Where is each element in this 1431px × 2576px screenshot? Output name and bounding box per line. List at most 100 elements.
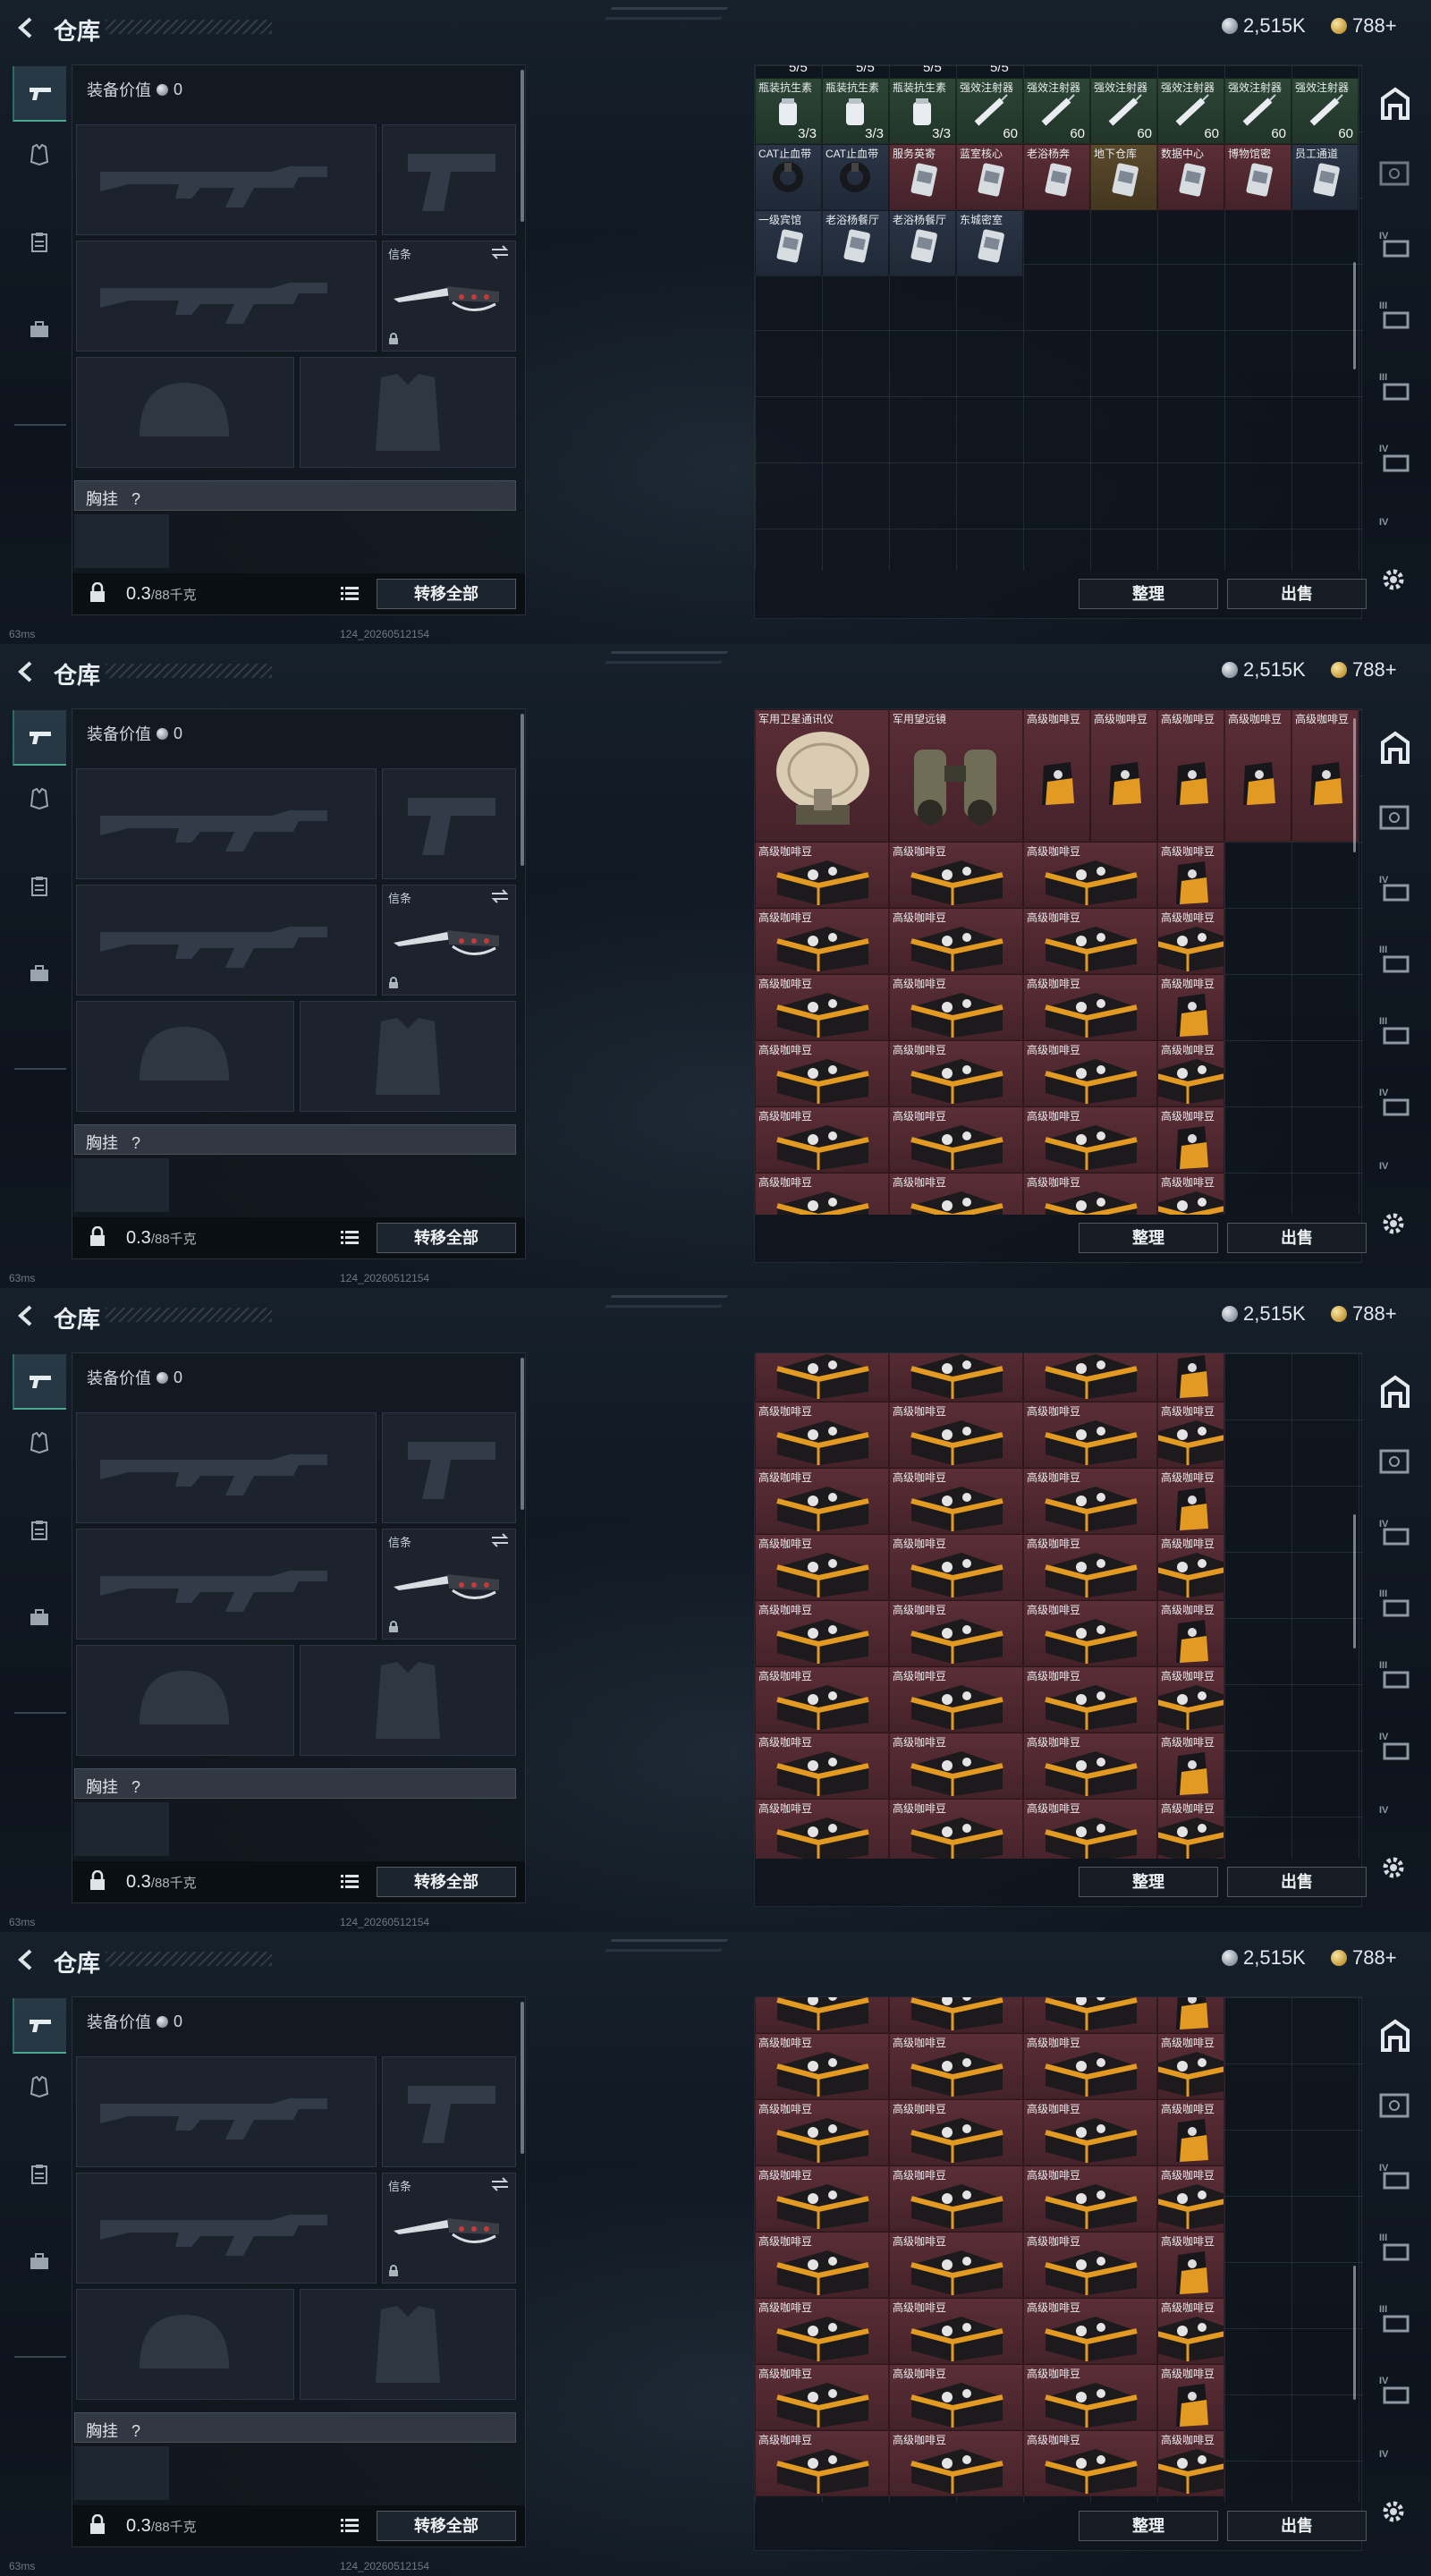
- primary-weapon-slot[interactable]: [76, 1412, 377, 1523]
- inventory-item[interactable]: 高级咖啡豆: [755, 1402, 889, 1468]
- inventory-item[interactable]: 强效注射器 60: [956, 78, 1023, 144]
- settings-gear-icon[interactable]: [1379, 1853, 1408, 1882]
- rail-item-weapons[interactable]: [13, 1354, 66, 1410]
- inventory-item[interactable]: 高级咖啡豆: [1023, 1402, 1157, 1468]
- warehouse-grid[interactable]: 5/5 5/5 5/5 5/5 瓶装抗生素 3/3 瓶装抗生素 3/3 瓶装抗生素 3/3 强效注射…: [755, 65, 1363, 571]
- inventory-item[interactable]: 高级咖啡豆: [755, 1106, 889, 1173]
- settings-gear-icon[interactable]: [1379, 1209, 1408, 1238]
- inventory-item[interactable]: 高级咖啡豆: [889, 2430, 1023, 2496]
- rail-item-backpack[interactable]: [13, 946, 66, 1002]
- inventory-item[interactable]: 强效注射器 60: [1224, 78, 1291, 144]
- inventory-item[interactable]: 高级咖啡豆: [755, 1799, 889, 1859]
- inventory-item[interactable]: 高级咖啡豆: [755, 974, 889, 1040]
- inventory-item[interactable]: 高级咖啡豆: [889, 1997, 1023, 2033]
- sell-button[interactable]: 出售: [1227, 579, 1367, 609]
- inventory-item[interactable]: 强效注射器 60: [1023, 78, 1090, 144]
- rail-item-armor[interactable]: [13, 127, 66, 182]
- inventory-item[interactable]: 高级咖啡豆: [1023, 1666, 1157, 1733]
- sell-button[interactable]: 出售: [1227, 2511, 1367, 2541]
- warehouse-grid[interactable]: 高级咖啡豆 高级咖啡豆 高级咖啡豆 高级咖啡豆 高级咖啡豆 高级咖啡豆 高级咖啡豆 高级咖啡豆…: [755, 1353, 1363, 1859]
- settings-gear-icon[interactable]: [1379, 2497, 1408, 2526]
- pistol-slot[interactable]: [382, 124, 516, 235]
- inventory-item[interactable]: 高级咖啡豆: [755, 2430, 889, 2496]
- inventory-item[interactable]: 强效注射器 60: [1090, 78, 1157, 144]
- storage-box-tab-icon[interactable]: [1376, 295, 1415, 336]
- inventory-item[interactable]: 东城密室: [956, 210, 1023, 276]
- grid-scrollbar[interactable]: [1353, 718, 1356, 852]
- inventory-item[interactable]: 高级咖啡豆: [1023, 1468, 1157, 1534]
- inventory-item[interactable]: 高级咖啡豆: [889, 1733, 1023, 1799]
- helmet-slot[interactable]: [76, 2289, 294, 2400]
- inventory-item[interactable]: 高级咖啡豆: [889, 1040, 1023, 1106]
- warehouse-tab-icon[interactable]: [1376, 82, 1415, 123]
- inventory-item[interactable]: 高级咖啡豆: [889, 1353, 1023, 1402]
- inventory-item[interactable]: 高级咖啡豆: [1023, 908, 1157, 974]
- rail-item-armor[interactable]: [13, 1415, 66, 1470]
- sort-button[interactable]: 整理: [1079, 579, 1218, 609]
- inventory-item[interactable]: 高级咖啡豆: [1023, 2099, 1157, 2165]
- inventory-item[interactable]: 高级咖啡豆: [1157, 2298, 1224, 2364]
- back-arrow-icon[interactable]: [14, 16, 38, 39]
- storage-box-tab-icon[interactable]: [1376, 438, 1415, 479]
- inventory-item[interactable]: 高级咖啡豆: [1157, 1733, 1224, 1799]
- inventory-item[interactable]: 高级咖啡豆: [755, 2033, 889, 2099]
- rail-item-backpack[interactable]: [13, 2234, 66, 2290]
- inventory-item[interactable]: 高级咖啡豆: [889, 1106, 1023, 1173]
- inventory-item[interactable]: 高级咖啡豆: [1023, 2430, 1157, 2496]
- rail-item-weapons[interactable]: [13, 1998, 66, 2054]
- storage-box-tab-icon[interactable]: [1376, 1655, 1415, 1696]
- storage-box-tab-icon[interactable]: [1376, 367, 1415, 408]
- inventory-item[interactable]: 高级咖啡豆: [889, 1402, 1023, 1468]
- inventory-item[interactable]: 军用卫星通讯仪: [755, 709, 889, 842]
- inventory-item[interactable]: 高级咖啡豆: [1023, 1997, 1157, 2033]
- inventory-item[interactable]: 高级咖啡豆: [755, 2298, 889, 2364]
- primary-weapon-slot[interactable]: [76, 124, 377, 235]
- chest-rig-header[interactable]: 胸挂 ?: [74, 480, 516, 511]
- storage-box-tab-icon[interactable]: [1376, 1512, 1415, 1553]
- helmet-slot[interactable]: [76, 1645, 294, 1756]
- safe-box-tab-icon[interactable]: [1376, 154, 1415, 195]
- inventory-item[interactable]: 高级咖啡豆: [1023, 1733, 1157, 1799]
- rail-item-backpack[interactable]: [13, 1590, 66, 1646]
- inventory-item[interactable]: 高级咖啡豆: [1157, 1997, 1224, 2033]
- inventory-item[interactable]: 高级咖啡豆: [1157, 1353, 1224, 1402]
- settings-gear-icon[interactable]: [1379, 565, 1408, 594]
- inventory-item[interactable]: 高级咖啡豆: [1090, 709, 1157, 842]
- armor-slot[interactable]: [300, 2289, 516, 2400]
- inventory-item[interactable]: 强效注射器 60: [1157, 78, 1224, 144]
- swap-icon[interactable]: [490, 2177, 510, 2191]
- storage-box-tab-icon[interactable]: [1376, 1583, 1415, 1624]
- inventory-item[interactable]: 高级咖啡豆: [1023, 1600, 1157, 1666]
- inventory-item[interactable]: 高级咖啡豆: [1157, 1799, 1224, 1859]
- inventory-item[interactable]: 高级咖啡豆: [755, 2165, 889, 2232]
- secondary-weapon-slot[interactable]: [76, 1529, 377, 1640]
- equipment-scrollbar[interactable]: [521, 2002, 524, 2154]
- sort-button[interactable]: 整理: [1079, 1867, 1218, 1897]
- inventory-item[interactable]: 服务英寄: [889, 144, 956, 210]
- silver-currency[interactable]: 2,515K: [1222, 1302, 1306, 1326]
- back-arrow-icon[interactable]: [14, 660, 38, 683]
- inventory-item[interactable]: CAT止血带: [822, 144, 889, 210]
- equipment-scrollbar[interactable]: [521, 1358, 524, 1510]
- warehouse-tab-icon[interactable]: [1376, 2014, 1415, 2055]
- warehouse-tab-icon[interactable]: [1376, 1370, 1415, 1411]
- rail-item-rig[interactable]: [13, 859, 66, 914]
- chest-rig-slot[interactable]: [74, 1802, 169, 1856]
- lock-icon[interactable]: [89, 1226, 106, 1248]
- inventory-item[interactable]: 高级咖啡豆: [889, 1799, 1023, 1859]
- storage-box-tab-icon[interactable]: [1376, 1726, 1415, 1767]
- melee-slot[interactable]: 信条: [382, 885, 516, 996]
- rail-item-backpack[interactable]: [13, 302, 66, 358]
- inventory-item[interactable]: CAT止血带: [755, 144, 822, 210]
- safe-box-tab-icon[interactable]: [1376, 1442, 1415, 1483]
- pistol-slot[interactable]: [382, 1412, 516, 1523]
- swap-icon[interactable]: [490, 245, 510, 259]
- sell-button[interactable]: 出售: [1227, 1867, 1367, 1897]
- inventory-item[interactable]: 高级咖啡豆: [889, 2099, 1023, 2165]
- primary-weapon-slot[interactable]: [76, 2056, 377, 2167]
- inventory-item[interactable]: 高级咖啡豆: [889, 1534, 1023, 1600]
- inventory-item[interactable]: 高级咖啡豆: [755, 1468, 889, 1534]
- inventory-item[interactable]: 高级咖啡豆: [755, 1733, 889, 1799]
- helmet-slot[interactable]: [76, 1001, 294, 1112]
- helmet-slot[interactable]: [76, 357, 294, 468]
